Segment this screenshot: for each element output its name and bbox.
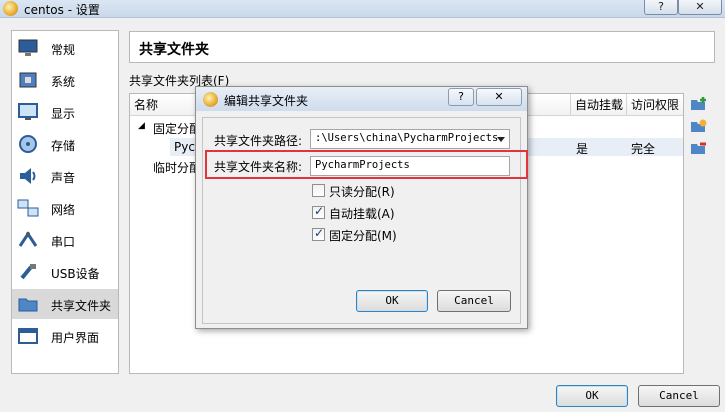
remove-folder-icon[interactable]	[690, 140, 708, 156]
title-bar: centos - 设置 ? ✕	[0, 0, 725, 18]
virtualbox-icon	[3, 1, 18, 16]
dialog-help-button[interactable]: ?	[448, 88, 474, 106]
close-button[interactable]: ✕	[678, 0, 722, 15]
page-title: 共享文件夹	[139, 42, 209, 58]
dialog-title-bar: 编辑共享文件夹 ? ✕	[196, 87, 527, 111]
edit-shared-folder-dialog: 编辑共享文件夹 ? ✕ 共享文件夹路径: :\Users\china\Pycha…	[195, 86, 528, 329]
page-title-box: 共享文件夹	[129, 31, 715, 63]
column-access[interactable]: 访问权限	[627, 94, 683, 116]
tree-item-access: 完全	[631, 142, 656, 156]
nav-label: USB设备	[51, 267, 100, 281]
nav-label: 网络	[51, 203, 76, 217]
nav-label: 常规	[51, 43, 76, 57]
nav-label: 存储	[51, 139, 76, 153]
tree-group-fixed[interactable]: 固定分配	[153, 120, 201, 137]
dialog-ok-button[interactable]: OK	[356, 290, 428, 312]
automount-checkbox[interactable]	[312, 204, 325, 219]
nav-label: 共享文件夹	[51, 299, 112, 313]
dialog-cancel-button[interactable]: Cancel	[437, 290, 511, 312]
readonly-checkbox[interactable]	[312, 184, 325, 197]
nav-label: 用户界面	[51, 331, 100, 345]
folder-icon	[18, 298, 38, 312]
nav-item-audio[interactable]: 声音	[12, 161, 118, 191]
dialog-title: 编辑共享文件夹	[224, 94, 309, 108]
folder-path-label: 共享文件夹路径:	[214, 134, 303, 148]
window-title: centos - 设置	[24, 3, 100, 17]
readonly-label[interactable]: 只读分配(R)	[329, 183, 395, 200]
serial-icon	[18, 231, 38, 247]
chip-icon	[19, 72, 37, 88]
tree-item-automount: 是	[576, 142, 589, 156]
expand-arrow-icon[interactable]: ◢	[138, 121, 145, 131]
display-icon	[18, 103, 38, 120]
tree-group-temporary[interactable]: 临时分配	[153, 159, 201, 176]
column-automount[interactable]: 自动挂载	[571, 94, 627, 116]
virtualbox-icon	[203, 92, 218, 107]
folder-path-combobox[interactable]: :\Users\china\PycharmProjects	[310, 129, 510, 149]
monitor-icon	[18, 39, 38, 56]
permanent-checkbox[interactable]	[312, 226, 325, 241]
permanent-label[interactable]: 固定分配(M)	[329, 227, 397, 244]
nav-item-display[interactable]: 显示	[12, 97, 118, 127]
nav-item-usb[interactable]: USB设备	[12, 257, 118, 287]
nav-label: 串口	[51, 235, 76, 249]
help-button[interactable]: ?	[644, 0, 678, 15]
nav-item-general[interactable]: 常规	[12, 33, 118, 63]
chevron-down-icon[interactable]	[497, 137, 505, 142]
ui-icon	[18, 328, 38, 344]
folder-path-value: :\Users\china\PycharmProjects	[315, 132, 499, 144]
nav-item-storage[interactable]: 存储	[12, 129, 118, 159]
dialog-body: 共享文件夹路径: :\Users\china\PycharmProjects 共…	[202, 117, 521, 324]
ok-button[interactable]: OK	[556, 385, 628, 407]
edit-folder-icon[interactable]	[690, 118, 708, 134]
disk-icon	[19, 135, 37, 153]
settings-nav: 常规 系统 显示 存储 声音 网络 串口 USB设备 共享文件夹 用户界面	[11, 30, 119, 374]
nav-item-serial[interactable]: 串口	[12, 225, 118, 255]
usb-icon	[20, 264, 36, 280]
dialog-close-button[interactable]: ✕	[476, 88, 522, 106]
network-icon	[17, 199, 39, 217]
highlight-frame	[205, 150, 528, 179]
cancel-button[interactable]: Cancel	[638, 385, 720, 407]
nav-label: 显示	[51, 107, 76, 121]
nav-item-system[interactable]: 系统	[12, 65, 118, 95]
nav-item-network[interactable]: 网络	[12, 193, 118, 223]
nav-item-user-interface[interactable]: 用户界面	[12, 321, 118, 351]
nav-label: 系统	[51, 75, 76, 89]
nav-item-shared-folders[interactable]: 共享文件夹	[12, 289, 118, 319]
nav-label: 声音	[51, 171, 76, 185]
speaker-icon	[20, 168, 36, 184]
automount-label[interactable]: 自动挂载(A)	[329, 205, 395, 222]
add-folder-icon[interactable]	[690, 96, 708, 112]
